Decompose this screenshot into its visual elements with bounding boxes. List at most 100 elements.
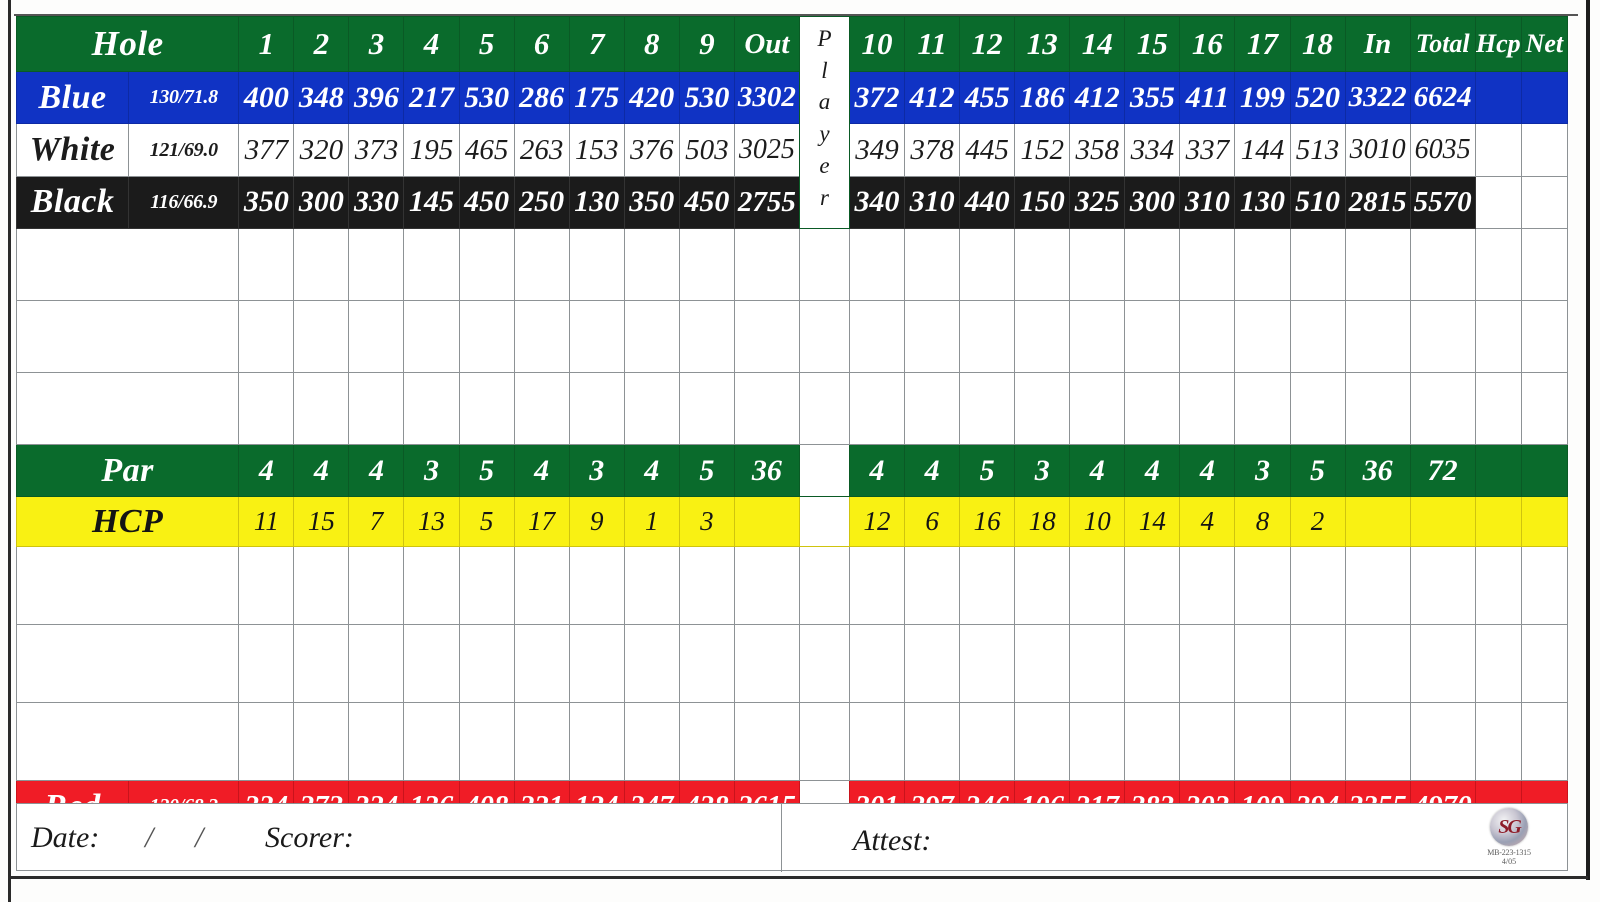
blank-cell[interactable] xyxy=(458,624,515,703)
blank-cell[interactable] xyxy=(348,624,405,703)
blank-cell[interactable] xyxy=(1069,624,1126,703)
blank-cell[interactable] xyxy=(238,624,295,703)
blank-cell[interactable] xyxy=(1124,300,1181,373)
blank-cell[interactable] xyxy=(904,624,961,703)
blank-cell[interactable] xyxy=(1069,228,1126,301)
blank-cell[interactable] xyxy=(1520,702,1569,781)
blank-score-row[interactable] xyxy=(15,228,1569,301)
blank-cell[interactable] xyxy=(1344,546,1411,625)
blank-cell[interactable] xyxy=(1014,546,1071,625)
blank-cell[interactable] xyxy=(1179,228,1236,301)
blank-cell[interactable] xyxy=(1124,702,1181,781)
blank-cell[interactable] xyxy=(623,546,680,625)
blank-cell[interactable] xyxy=(848,546,906,625)
blank-cell[interactable] xyxy=(1520,228,1569,301)
blank-cell[interactable] xyxy=(1179,624,1236,703)
blank-cell[interactable] xyxy=(678,624,735,703)
blank-cell[interactable] xyxy=(513,228,570,301)
blank-cell[interactable] xyxy=(1069,546,1126,625)
blank-cell[interactable] xyxy=(959,624,1016,703)
blank-cell[interactable] xyxy=(1409,702,1476,781)
blank-cell[interactable] xyxy=(623,228,680,301)
blank-score-row[interactable] xyxy=(15,546,1569,625)
blank-cell[interactable] xyxy=(1234,702,1291,781)
blank-cell[interactable] xyxy=(238,372,295,445)
blank-cell[interactable] xyxy=(904,546,961,625)
blank-cell[interactable] xyxy=(1124,372,1181,445)
blank-cell[interactable] xyxy=(1344,624,1411,703)
blank-cell[interactable] xyxy=(293,372,350,445)
blank-cell[interactable] xyxy=(513,702,570,781)
blank-cell[interactable] xyxy=(568,372,625,445)
blank-cell[interactable] xyxy=(1344,372,1411,445)
white-hcp-cell[interactable] xyxy=(1474,123,1522,177)
blank-cell[interactable] xyxy=(678,372,735,445)
blank-cell[interactable] xyxy=(904,228,961,301)
blank-cell[interactable] xyxy=(733,300,800,373)
blank-cell[interactable] xyxy=(1234,300,1291,373)
blank-cell[interactable] xyxy=(1069,702,1126,781)
blank-cell[interactable] xyxy=(458,372,515,445)
blank-cell[interactable] xyxy=(1234,228,1291,301)
blank-cell[interactable] xyxy=(848,300,906,373)
blank-cell[interactable] xyxy=(1289,624,1346,703)
blank-cell[interactable] xyxy=(623,702,680,781)
blank-name-cell[interactable] xyxy=(15,546,240,625)
blank-cell[interactable] xyxy=(1344,228,1411,301)
blank-cell[interactable] xyxy=(678,546,735,625)
blank-cell[interactable] xyxy=(1014,228,1071,301)
blank-name-cell[interactable] xyxy=(15,624,240,703)
blank-cell[interactable] xyxy=(1289,546,1346,625)
blank-cell[interactable] xyxy=(733,702,800,781)
blank-cell[interactable] xyxy=(513,372,570,445)
blank-name-cell[interactable] xyxy=(15,228,240,301)
blank-cell[interactable] xyxy=(904,300,961,373)
blank-cell[interactable] xyxy=(458,546,515,625)
blank-cell[interactable] xyxy=(1409,300,1476,373)
blank-cell[interactable] xyxy=(1179,372,1236,445)
blank-cell[interactable] xyxy=(293,624,350,703)
blank-cell[interactable] xyxy=(1124,546,1181,625)
blank-cell[interactable] xyxy=(568,546,625,625)
blank-cell[interactable] xyxy=(1344,300,1411,373)
blank-cell[interactable] xyxy=(1289,372,1346,445)
blank-score-row[interactable] xyxy=(15,300,1569,373)
blank-cell[interactable] xyxy=(458,300,515,373)
blank-cell[interactable] xyxy=(733,546,800,625)
blank-score-row[interactable] xyxy=(15,372,1569,445)
blank-cell[interactable] xyxy=(348,300,405,373)
blank-cell[interactable] xyxy=(568,300,625,373)
blank-cell[interactable] xyxy=(1409,624,1476,703)
blank-cell[interactable] xyxy=(1179,702,1236,781)
blank-cell[interactable] xyxy=(568,624,625,703)
blank-cell[interactable] xyxy=(348,546,405,625)
blank-cell[interactable] xyxy=(959,300,1016,373)
blank-cell[interactable] xyxy=(678,228,735,301)
blank-cell[interactable] xyxy=(1474,372,1522,445)
blank-cell[interactable] xyxy=(238,228,295,301)
blank-cell[interactable] xyxy=(1409,228,1476,301)
blank-name-cell[interactable] xyxy=(15,702,240,781)
blank-cell[interactable] xyxy=(238,702,295,781)
blank-cell[interactable] xyxy=(1124,228,1181,301)
blank-cell[interactable] xyxy=(458,228,515,301)
blank-cell[interactable] xyxy=(458,702,515,781)
blank-cell[interactable] xyxy=(1014,300,1071,373)
blank-cell[interactable] xyxy=(1014,372,1071,445)
blank-cell[interactable] xyxy=(1520,300,1569,373)
blank-cell[interactable] xyxy=(678,300,735,373)
blue-net-cell[interactable] xyxy=(1520,71,1569,125)
blank-cell[interactable] xyxy=(1289,300,1346,373)
white-net-cell[interactable] xyxy=(1520,123,1569,177)
blue-hcp-cell[interactable] xyxy=(1474,71,1522,125)
blank-cell[interactable] xyxy=(1014,624,1071,703)
blank-cell[interactable] xyxy=(1234,546,1291,625)
blank-cell[interactable] xyxy=(1069,372,1126,445)
blank-cell[interactable] xyxy=(1179,300,1236,373)
blank-name-cell[interactable] xyxy=(15,300,240,373)
blank-cell[interactable] xyxy=(1124,624,1181,703)
black-hcp-cell[interactable] xyxy=(1474,175,1522,230)
blank-cell[interactable] xyxy=(293,228,350,301)
blank-cell[interactable] xyxy=(513,546,570,625)
blank-cell[interactable] xyxy=(403,300,460,373)
